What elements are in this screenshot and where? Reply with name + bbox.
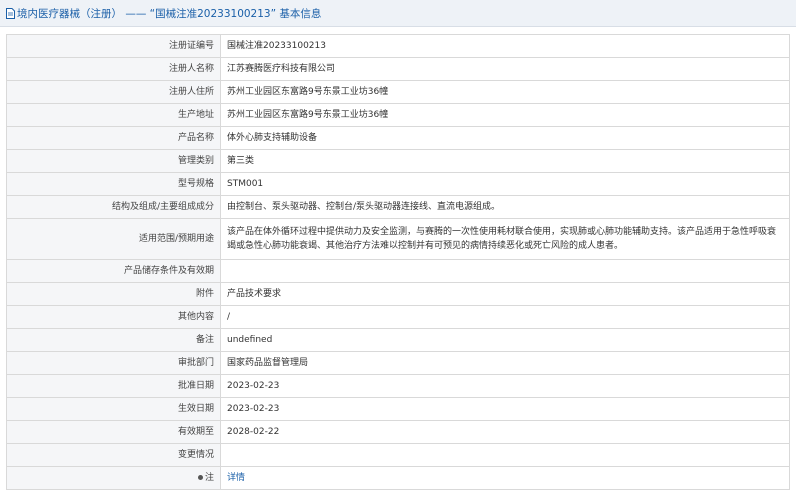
- row-value: 产品技术要求: [220, 282, 790, 306]
- row-label: 适用范围/预期用途: [6, 218, 221, 260]
- row-value: 国家药品监督管理局: [220, 351, 790, 375]
- table-row: 审批部门 国家药品监督管理局: [6, 351, 790, 375]
- row-label: 型号规格: [6, 172, 221, 196]
- row-value: 国械注准20233100213: [220, 34, 790, 58]
- row-label: 注册证编号: [6, 34, 221, 58]
- row-value: 详情: [220, 466, 790, 490]
- row-label: 注: [204, 473, 214, 483]
- row-value: /: [220, 305, 790, 329]
- page-title: 境内医疗器械（注册） —— “国械注准20233100213” 基本信息: [17, 7, 322, 20]
- bullet-icon: [197, 475, 203, 480]
- table-row: 产品名称 体外心肺支持辅助设备: [6, 126, 790, 150]
- row-value: [220, 443, 790, 467]
- row-label: 备注: [6, 328, 221, 352]
- row-value: 苏州工业园区东富路9号东景工业坊36幢: [220, 103, 790, 127]
- info-table: 注册证编号 国械注准20233100213 注册人名称 江苏赛腾医疗科技有限公司…: [6, 34, 790, 490]
- table-row: 注册人名称 江苏赛腾医疗科技有限公司: [6, 57, 790, 81]
- row-label: 审批部门: [6, 351, 221, 375]
- row-value: 体外心肺支持辅助设备: [220, 126, 790, 150]
- row-label: 其他内容: [6, 305, 221, 329]
- table-row: 管理类别 第三类: [6, 149, 790, 173]
- row-label: 产品名称: [6, 126, 221, 150]
- row-value: 该产品在体外循环过程中提供动力及安全监测，与赛腾的一次性使用耗材联合使用，实现肺…: [220, 218, 790, 260]
- table-row: 注 详情: [6, 466, 790, 490]
- row-value: 江苏赛腾医疗科技有限公司: [220, 57, 790, 81]
- row-label: 变更情况: [6, 443, 221, 467]
- row-label: 生效日期: [6, 397, 221, 421]
- table-row: 备注 undefined: [6, 328, 790, 352]
- row-value: 苏州工业园区东富路9号东景工业坊36幢: [220, 80, 790, 104]
- row-value: STM001: [220, 172, 790, 196]
- table-row: 注册人住所 苏州工业园区东富路9号东景工业坊36幢: [6, 80, 790, 104]
- table-row: 变更情况: [6, 443, 790, 467]
- page-header: 境内医疗器械（注册） —— “国械注准20233100213” 基本信息: [0, 0, 796, 27]
- row-value: 第三类: [220, 149, 790, 173]
- table-row: 其他内容 /: [6, 305, 790, 329]
- row-label: 批准日期: [6, 374, 221, 398]
- document-icon: [6, 7, 15, 19]
- table-row: 批准日期 2023-02-23: [6, 374, 790, 398]
- table-row: 结构及组成/主要组成成分 由控制台、泵头驱动器、控制台/泵头驱动器连接线、直流电…: [6, 195, 790, 219]
- row-value: 2028-02-22: [220, 420, 790, 444]
- row-value: 2023-02-23: [220, 374, 790, 398]
- row-label: 注册人住所: [6, 80, 221, 104]
- table-row: 有效期至 2028-02-22: [6, 420, 790, 444]
- note-label: 注: [6, 466, 221, 490]
- table-row: 适用范围/预期用途 该产品在体外循环过程中提供动力及安全监测，与赛腾的一次性使用…: [6, 218, 790, 260]
- table-row: 注册证编号 国械注准20233100213: [6, 34, 790, 58]
- table-row: 产品储存条件及有效期: [6, 259, 790, 283]
- row-label: 附件: [6, 282, 221, 306]
- row-value: 2023-02-23: [220, 397, 790, 421]
- row-label: 管理类别: [6, 149, 221, 173]
- row-value: undefined: [220, 328, 790, 352]
- row-label: 产品储存条件及有效期: [6, 259, 221, 283]
- row-label: 结构及组成/主要组成成分: [6, 195, 221, 219]
- table-row: 生产地址 苏州工业园区东富路9号东景工业坊36幢: [6, 103, 790, 127]
- table-row: 附件 产品技术要求: [6, 282, 790, 306]
- row-value: 由控制台、泵头驱动器、控制台/泵头驱动器连接线、直流电源组成。: [220, 195, 790, 219]
- row-label: 生产地址: [6, 103, 221, 127]
- table-row: 生效日期 2023-02-23: [6, 397, 790, 421]
- table-row: 型号规格 STM001: [6, 172, 790, 196]
- row-label: 注册人名称: [6, 57, 221, 81]
- details-link[interactable]: 详情: [227, 473, 245, 483]
- row-value: [220, 259, 790, 283]
- row-label: 有效期至: [6, 420, 221, 444]
